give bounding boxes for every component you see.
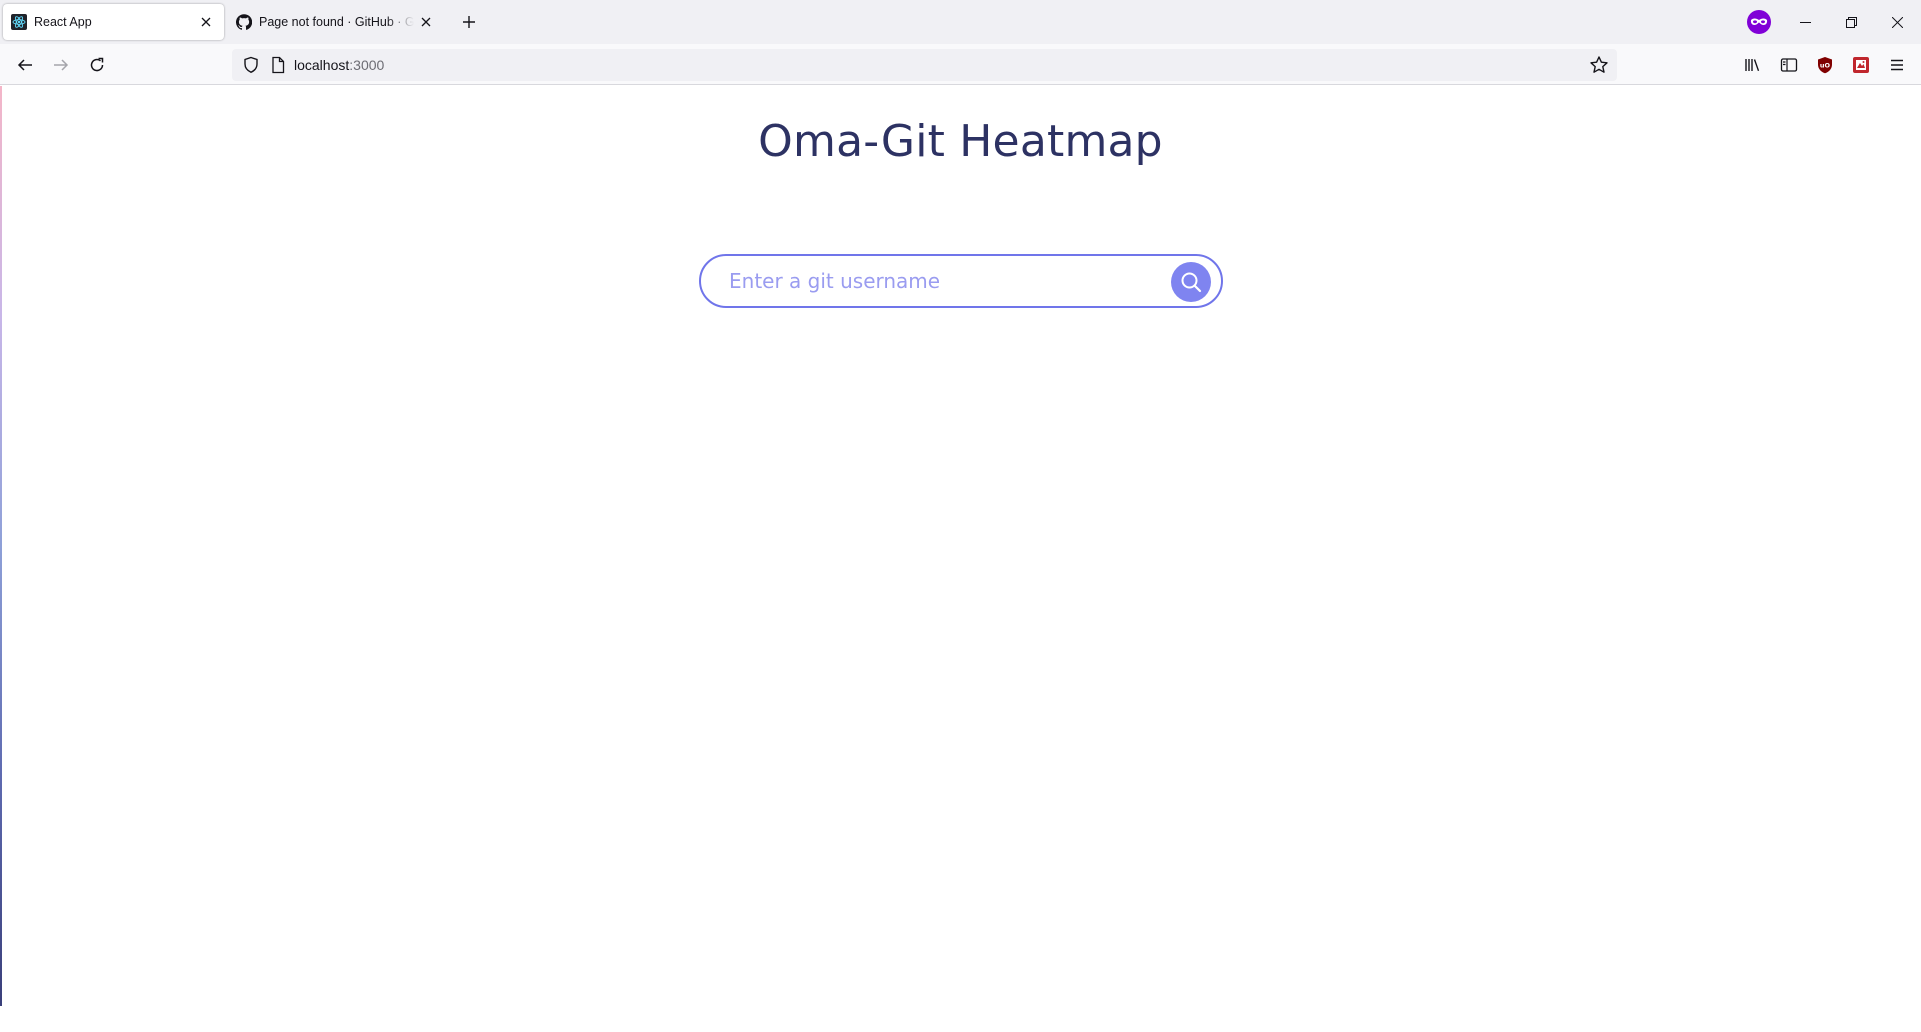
navigation-toolbar: localhost:3000 uO [0, 44, 1921, 85]
ublock-icon[interactable]: uO [1811, 51, 1839, 79]
page-content: Oma-Git Heatmap [0, 86, 1921, 1032]
menu-icon[interactable] [1883, 51, 1911, 79]
forward-button[interactable] [46, 50, 76, 80]
close-tab-icon[interactable] [414, 10, 438, 34]
window-edge-gradient [0, 86, 2, 1006]
react-icon [11, 14, 27, 30]
search-bar [699, 254, 1223, 308]
page-title: Oma-Git Heatmap [758, 116, 1163, 167]
github-icon [236, 14, 252, 30]
address-bar[interactable]: localhost:3000 [232, 49, 1617, 81]
close-window-button[interactable] [1874, 0, 1920, 44]
tab-title: Page not found · GitHub · GitHub [259, 15, 414, 29]
back-arrow-icon [17, 59, 32, 71]
tab-strip: React App Page not found · GitHub · GitH… [0, 0, 1921, 44]
close-tab-icon[interactable] [194, 10, 218, 34]
extension-icon[interactable] [1847, 51, 1875, 79]
search-icon [1181, 272, 1202, 293]
minimize-button[interactable] [1782, 0, 1828, 44]
tab-github[interactable]: Page not found · GitHub · GitHub [228, 4, 444, 40]
tab-react-app[interactable]: React App [3, 4, 224, 40]
reload-icon [90, 57, 104, 72]
bookmark-star-icon[interactable] [1589, 55, 1609, 75]
private-browsing-icon [1746, 9, 1772, 35]
tab-title: React App [34, 15, 92, 29]
svg-text:uO: uO [1820, 62, 1831, 70]
tracking-protection-shield-icon[interactable] [242, 56, 260, 74]
page-info-icon[interactable] [269, 56, 287, 74]
back-button[interactable] [10, 50, 40, 80]
url-port: :3000 [349, 57, 385, 73]
restore-button[interactable] [1828, 0, 1874, 44]
username-search-input[interactable] [729, 264, 1149, 298]
library-icon[interactable] [1739, 51, 1767, 79]
search-button[interactable] [1171, 262, 1211, 302]
sidebar-icon[interactable] [1775, 51, 1803, 79]
url-host: localhost [294, 57, 350, 73]
url-text[interactable]: localhost:3000 [294, 57, 384, 73]
reload-button[interactable] [82, 50, 112, 80]
new-tab-button[interactable] [457, 10, 481, 34]
forward-arrow-icon [54, 59, 69, 71]
